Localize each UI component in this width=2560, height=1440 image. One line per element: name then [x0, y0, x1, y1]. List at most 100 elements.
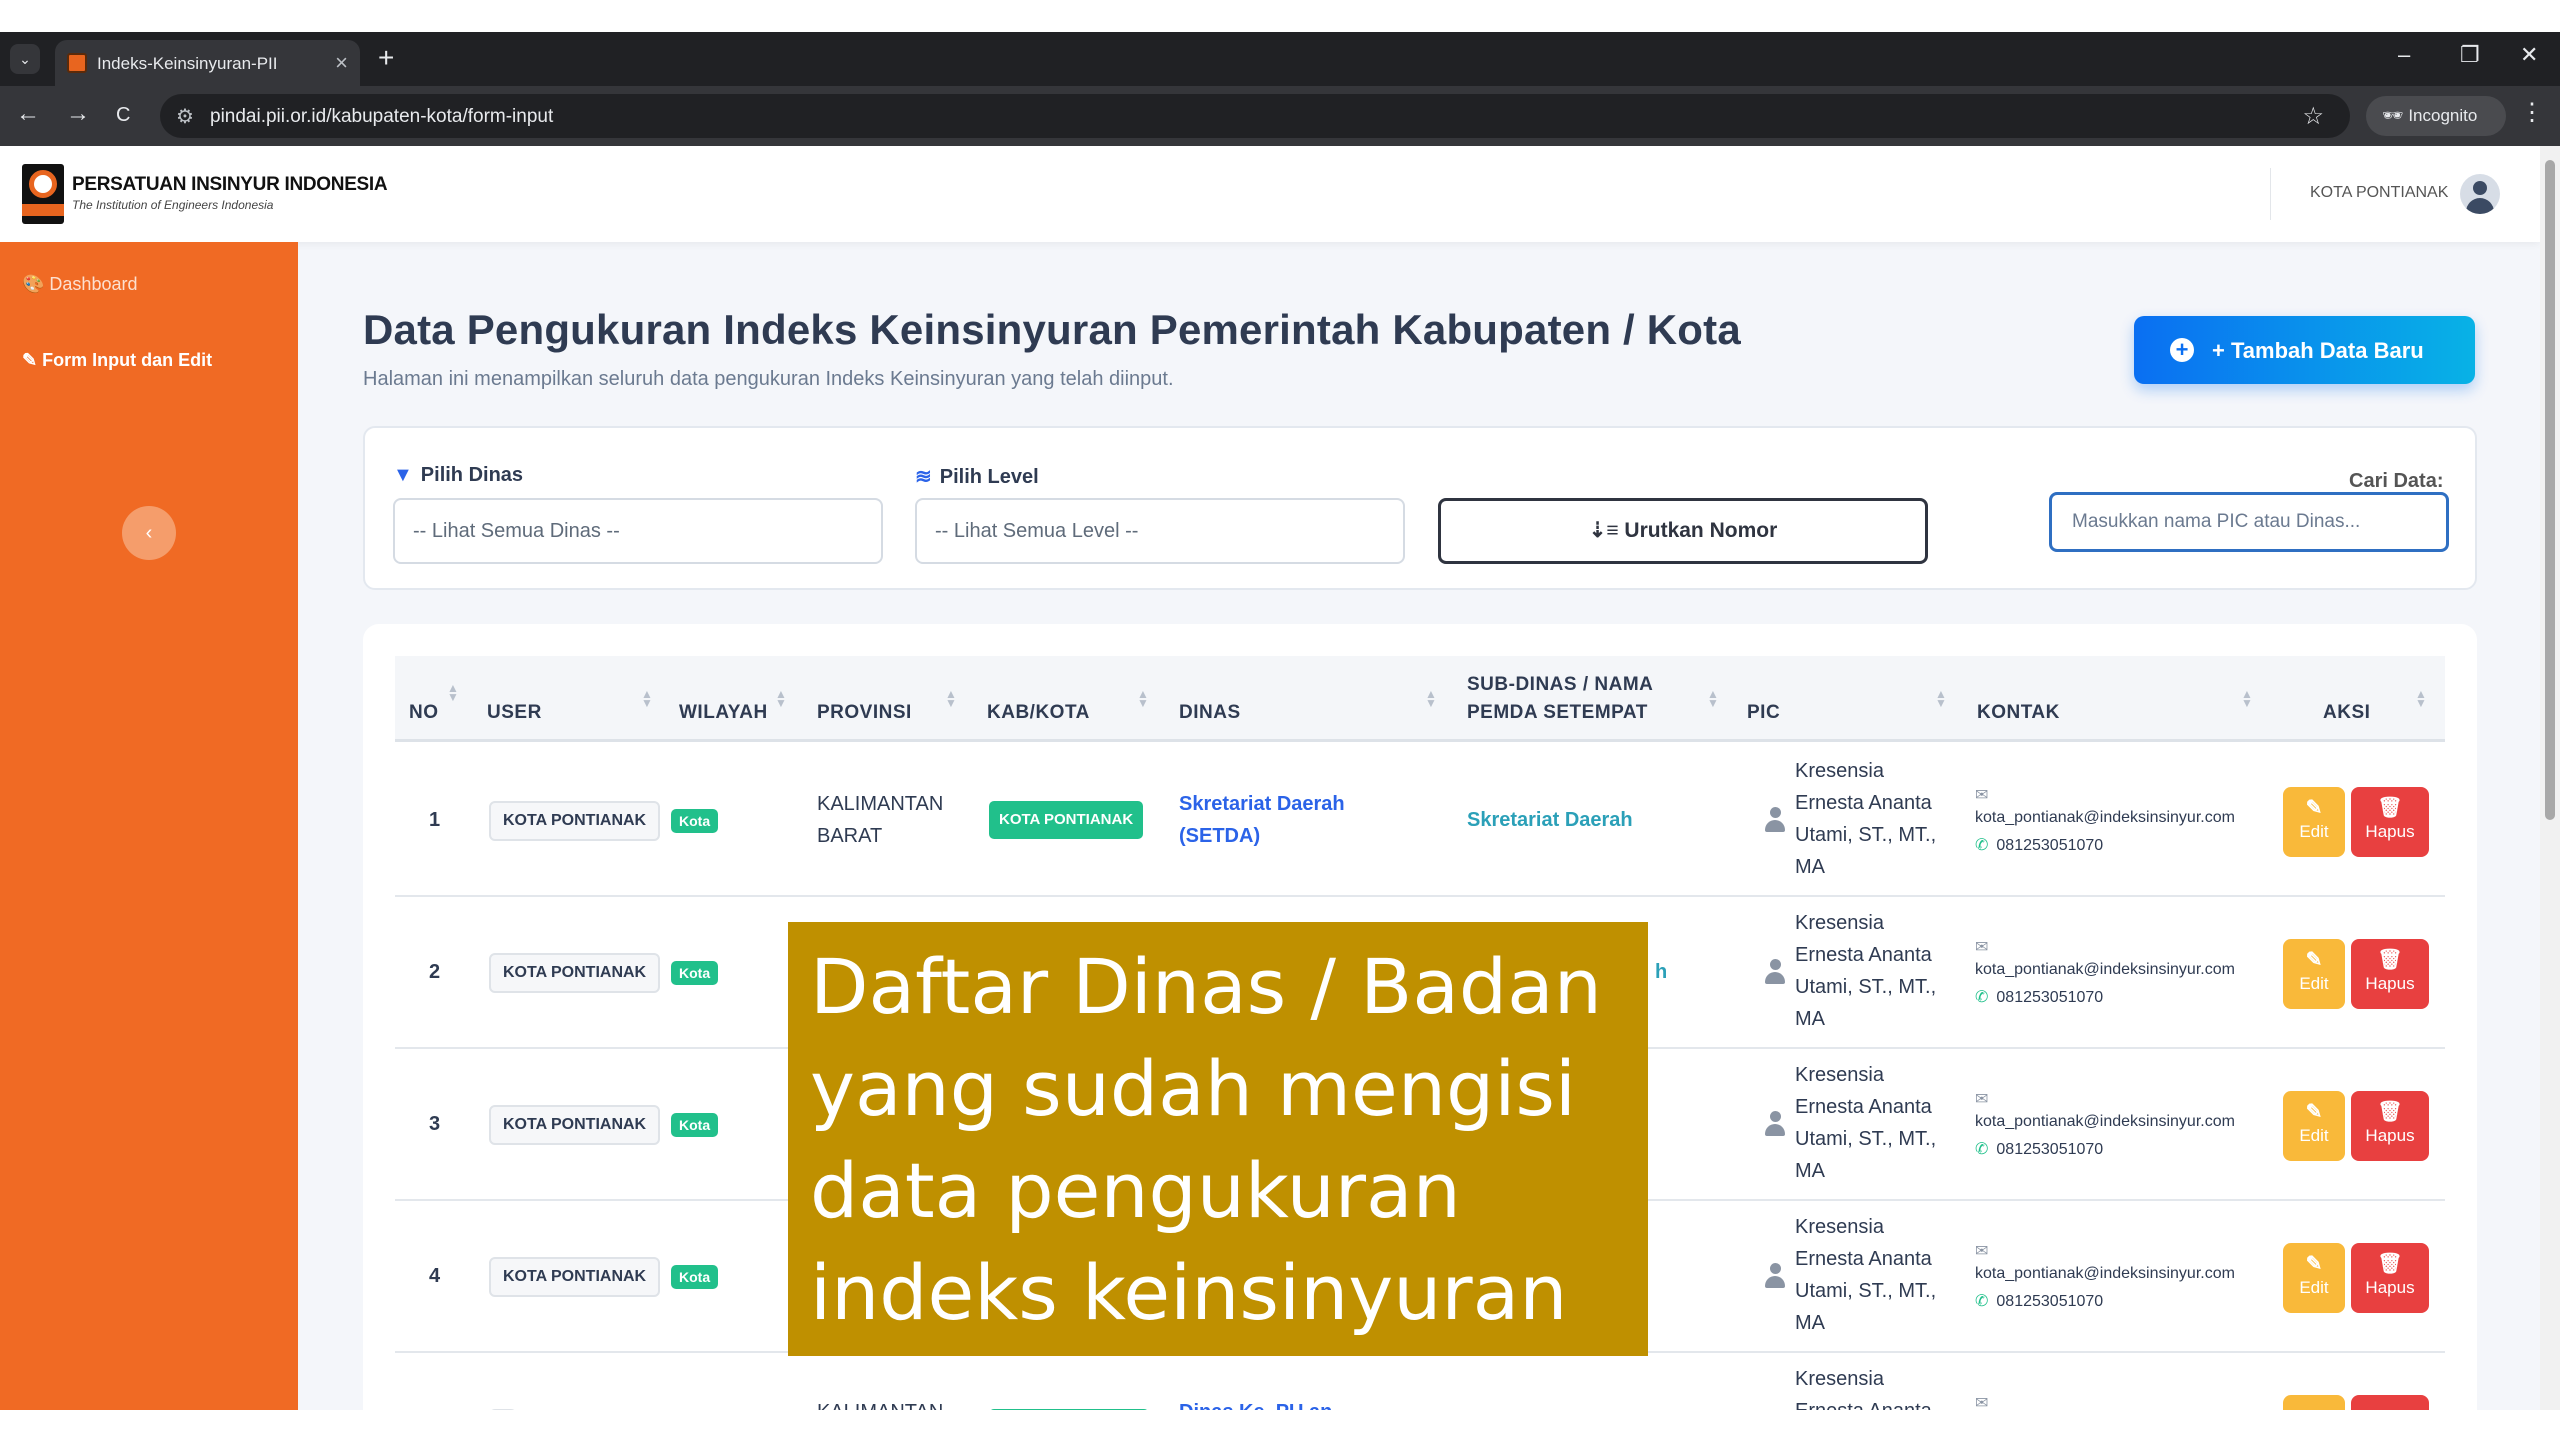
back-button[interactable]: ← — [16, 100, 40, 128]
th-sub-dinas[interactable]: SUB-DINAS / NAMA — [1467, 674, 1653, 696]
page-scrollbar[interactable] — [2540, 146, 2560, 1410]
pencil-icon: ✎ — [2305, 1101, 2323, 1123]
sort-arrows-icon[interactable]: ▲ ▼ — [641, 688, 653, 709]
browser-menu-icon[interactable]: ⋮ — [2520, 98, 2544, 127]
th-user[interactable]: USER — [487, 702, 542, 724]
reload-button[interactable]: C — [116, 104, 130, 127]
sort-arrows-icon[interactable]: ▲ ▼ — [775, 688, 787, 709]
sort-arrows-icon[interactable]: ▲ ▼ — [2241, 688, 2253, 709]
contact-email[interactable]: kota_pontianak@indeksinsinyur.com — [1975, 1265, 2235, 1283]
edit-button[interactable]: ✎ Edit — [2283, 1091, 2345, 1161]
sort-arrows-icon[interactable]: ▲ ▼ — [1935, 688, 1947, 709]
dinas-link-line2[interactable]: (SETDA) — [1179, 825, 1260, 848]
sub-dinas-link[interactable]: Skretariat Daerah — [1467, 809, 1633, 832]
th-kontak[interactable]: KONTAK — [1977, 702, 2060, 724]
sort-arrows-icon[interactable]: ▲ ▼ — [1425, 688, 1437, 709]
dinas-link[interactable]: Skretariat Daerah — [1179, 793, 1345, 816]
pic-name: Kresensia Ernesta Ananta Utami, ST., MT.… — [1795, 1211, 1955, 1339]
delete-button[interactable] — [2351, 1395, 2429, 1410]
sort-arrows-icon[interactable]: ▲ ▼ — [945, 688, 957, 709]
add-data-button[interactable]: + + Tambah Data Baru — [2134, 316, 2475, 384]
user-avatar[interactable] — [2460, 174, 2500, 214]
sidebar-item-dashboard[interactable]: 🎨 Dashboard — [22, 274, 137, 295]
sidebar-item-form-input[interactable]: ✎ Form Input dan Edit — [22, 350, 212, 371]
close-window-button[interactable]: ✕ — [2520, 42, 2538, 68]
contact-phone[interactable]: ✆ 081253051070 — [1975, 835, 2103, 855]
layers-icon: ≋ — [915, 466, 932, 488]
search-input[interactable]: Masukkan nama PIC atau Dinas... — [2049, 492, 2449, 552]
tab-search-button[interactable]: ⌄ — [10, 44, 40, 74]
delete-button[interactable]: 🗑 Hapus — [2351, 939, 2429, 1009]
phone-icon: ✆ — [1975, 837, 1989, 854]
sort-number-button[interactable]: ⇣≡ Urutkan Nomor — [1438, 498, 1928, 564]
contact-phone[interactable]: ✆ 081253051070 — [1975, 987, 2103, 1007]
bookmark-star-icon[interactable]: ☆ — [2302, 102, 2324, 131]
wilayah-badge: Kota — [671, 809, 719, 833]
url-text[interactable]: pindai.pii.or.id/kabupaten-kota/form-inp… — [210, 106, 553, 128]
sort-arrows-icon[interactable]: ▲ ▼ — [2415, 688, 2427, 709]
sidebar: 🎨 Dashboard ✎ Form Input dan Edit ‹ — [0, 242, 298, 1410]
delete-button[interactable]: 🗑 Hapus — [2351, 1243, 2429, 1313]
contact-phone[interactable]: ✆ 081253051070 — [1975, 1139, 2103, 1159]
minimize-button[interactable]: – — [2398, 42, 2410, 68]
logo-ring — [29, 170, 57, 198]
envelope-icon: ✉ — [1975, 1091, 1989, 1108]
sort-icon: ⇣≡ — [1588, 519, 1625, 542]
forward-button[interactable]: → — [66, 100, 90, 128]
trash-icon: 🗑 — [2377, 1253, 2403, 1275]
incognito-badge[interactable]: 🕶 Incognito — [2366, 96, 2506, 136]
th-provinsi[interactable]: PROVINSI — [817, 702, 912, 724]
trash-icon: 🗑 — [2377, 949, 2403, 971]
phone-number: 081253051070 — [1996, 1141, 2104, 1158]
edit-button[interactable]: ✎ Edit — [2283, 787, 2345, 857]
table-row[interactable]: 1 KOTA PONTIANAK Kota KALIMANTAN BARAT K… — [395, 745, 2445, 897]
overlay-line: indeks keinsinyuran — [810, 1248, 1568, 1337]
level-select[interactable]: -- Lihat Semua Level -- — [915, 498, 1405, 564]
contact-email[interactable]: kota_pontianak@indeksinsinyur.com — [1975, 961, 2235, 979]
pic-name: Kresensia Ernesta Ananta Utami, ST., MT.… — [1795, 755, 1955, 883]
edit-button[interactable]: ✎ Edit — [2283, 939, 2345, 1009]
th-no[interactable]: NO — [409, 702, 439, 724]
th-pic[interactable]: PIC — [1747, 702, 1780, 724]
dinas-link[interactable]: Dinas Ke. PU an — [1179, 1401, 1332, 1410]
scrollbar-thumb[interactable] — [2545, 160, 2555, 820]
th-kab-kota[interactable]: KAB/KOTA — [987, 702, 1090, 724]
pii-logo[interactable] — [22, 164, 64, 224]
new-tab-button[interactable]: + — [378, 42, 394, 74]
phone-number: 081253051070 — [1996, 837, 2104, 854]
user-name[interactable]: KOTA PONTIANAK — [2310, 184, 2448, 202]
contact-phone[interactable]: ✆ 081253051070 — [1975, 1291, 2103, 1311]
contact-email[interactable]: kota_pontianak@indeksinsinyur.com — [1975, 809, 2235, 827]
user-icon — [1765, 1111, 1785, 1137]
omnibox[interactable]: ⚙ pindai.pii.or.id/kabupaten-kota/form-i… — [160, 94, 2350, 138]
pic-name: Kresensia Ernesta Ananta Utami, ST., MT.… — [1795, 907, 1955, 1035]
user-icon — [1765, 959, 1785, 985]
table-row[interactable]: KALIMANTAN Dinas Ke. PU an Kresensia Ern… — [395, 1353, 2445, 1410]
delete-label: Hapus — [2365, 974, 2415, 993]
restore-button[interactable]: ❐ — [2460, 42, 2480, 68]
th-pemda[interactable]: PEMDA SETEMPAT — [1467, 702, 1648, 724]
row-number: 3 — [429, 1113, 441, 1135]
sort-arrows-icon[interactable]: ▲ ▼ — [1137, 688, 1149, 709]
edit-button[interactable]: ✎ Edit — [2283, 1243, 2345, 1313]
contact-email[interactable]: kota_pontianak@indeksinsinyur.com — [1975, 1113, 2235, 1131]
sidebar-collapse-button[interactable]: ‹ — [122, 506, 176, 560]
delete-button[interactable]: 🗑 Hapus — [2351, 1091, 2429, 1161]
site-info-icon[interactable]: ⚙ — [176, 104, 194, 129]
page-title: Data Pengukuran Indeks Keinsinyuran Peme… — [363, 306, 1741, 353]
sort-arrows-icon[interactable]: ▲ ▼ — [1707, 688, 1719, 709]
tab-close-icon[interactable]: × — [335, 50, 348, 76]
pencil-icon: ✎ — [2305, 1253, 2323, 1275]
th-dinas[interactable]: DINAS — [1179, 702, 1241, 724]
th-wilayah[interactable]: WILAYAH — [679, 702, 768, 724]
dinas-filter-label: ▼ Pilih Dinas — [393, 464, 523, 487]
dinas-select[interactable]: -- Lihat Semua Dinas -- — [393, 498, 883, 564]
browser-tab[interactable]: Indeks-Keinsinyuran-PII × — [55, 40, 360, 86]
sub-dinas-link[interactable]: h — [1655, 961, 1667, 984]
delete-button[interactable]: 🗑 Hapus — [2351, 787, 2429, 857]
sort-arrows-icon[interactable]: ▲ ▼ — [447, 682, 459, 703]
edit-button[interactable] — [2283, 1395, 2345, 1410]
phone-number: 081253051070 — [1996, 1293, 2104, 1310]
th-aksi[interactable]: AKSI — [2323, 702, 2370, 724]
avatar-body — [2466, 198, 2494, 214]
